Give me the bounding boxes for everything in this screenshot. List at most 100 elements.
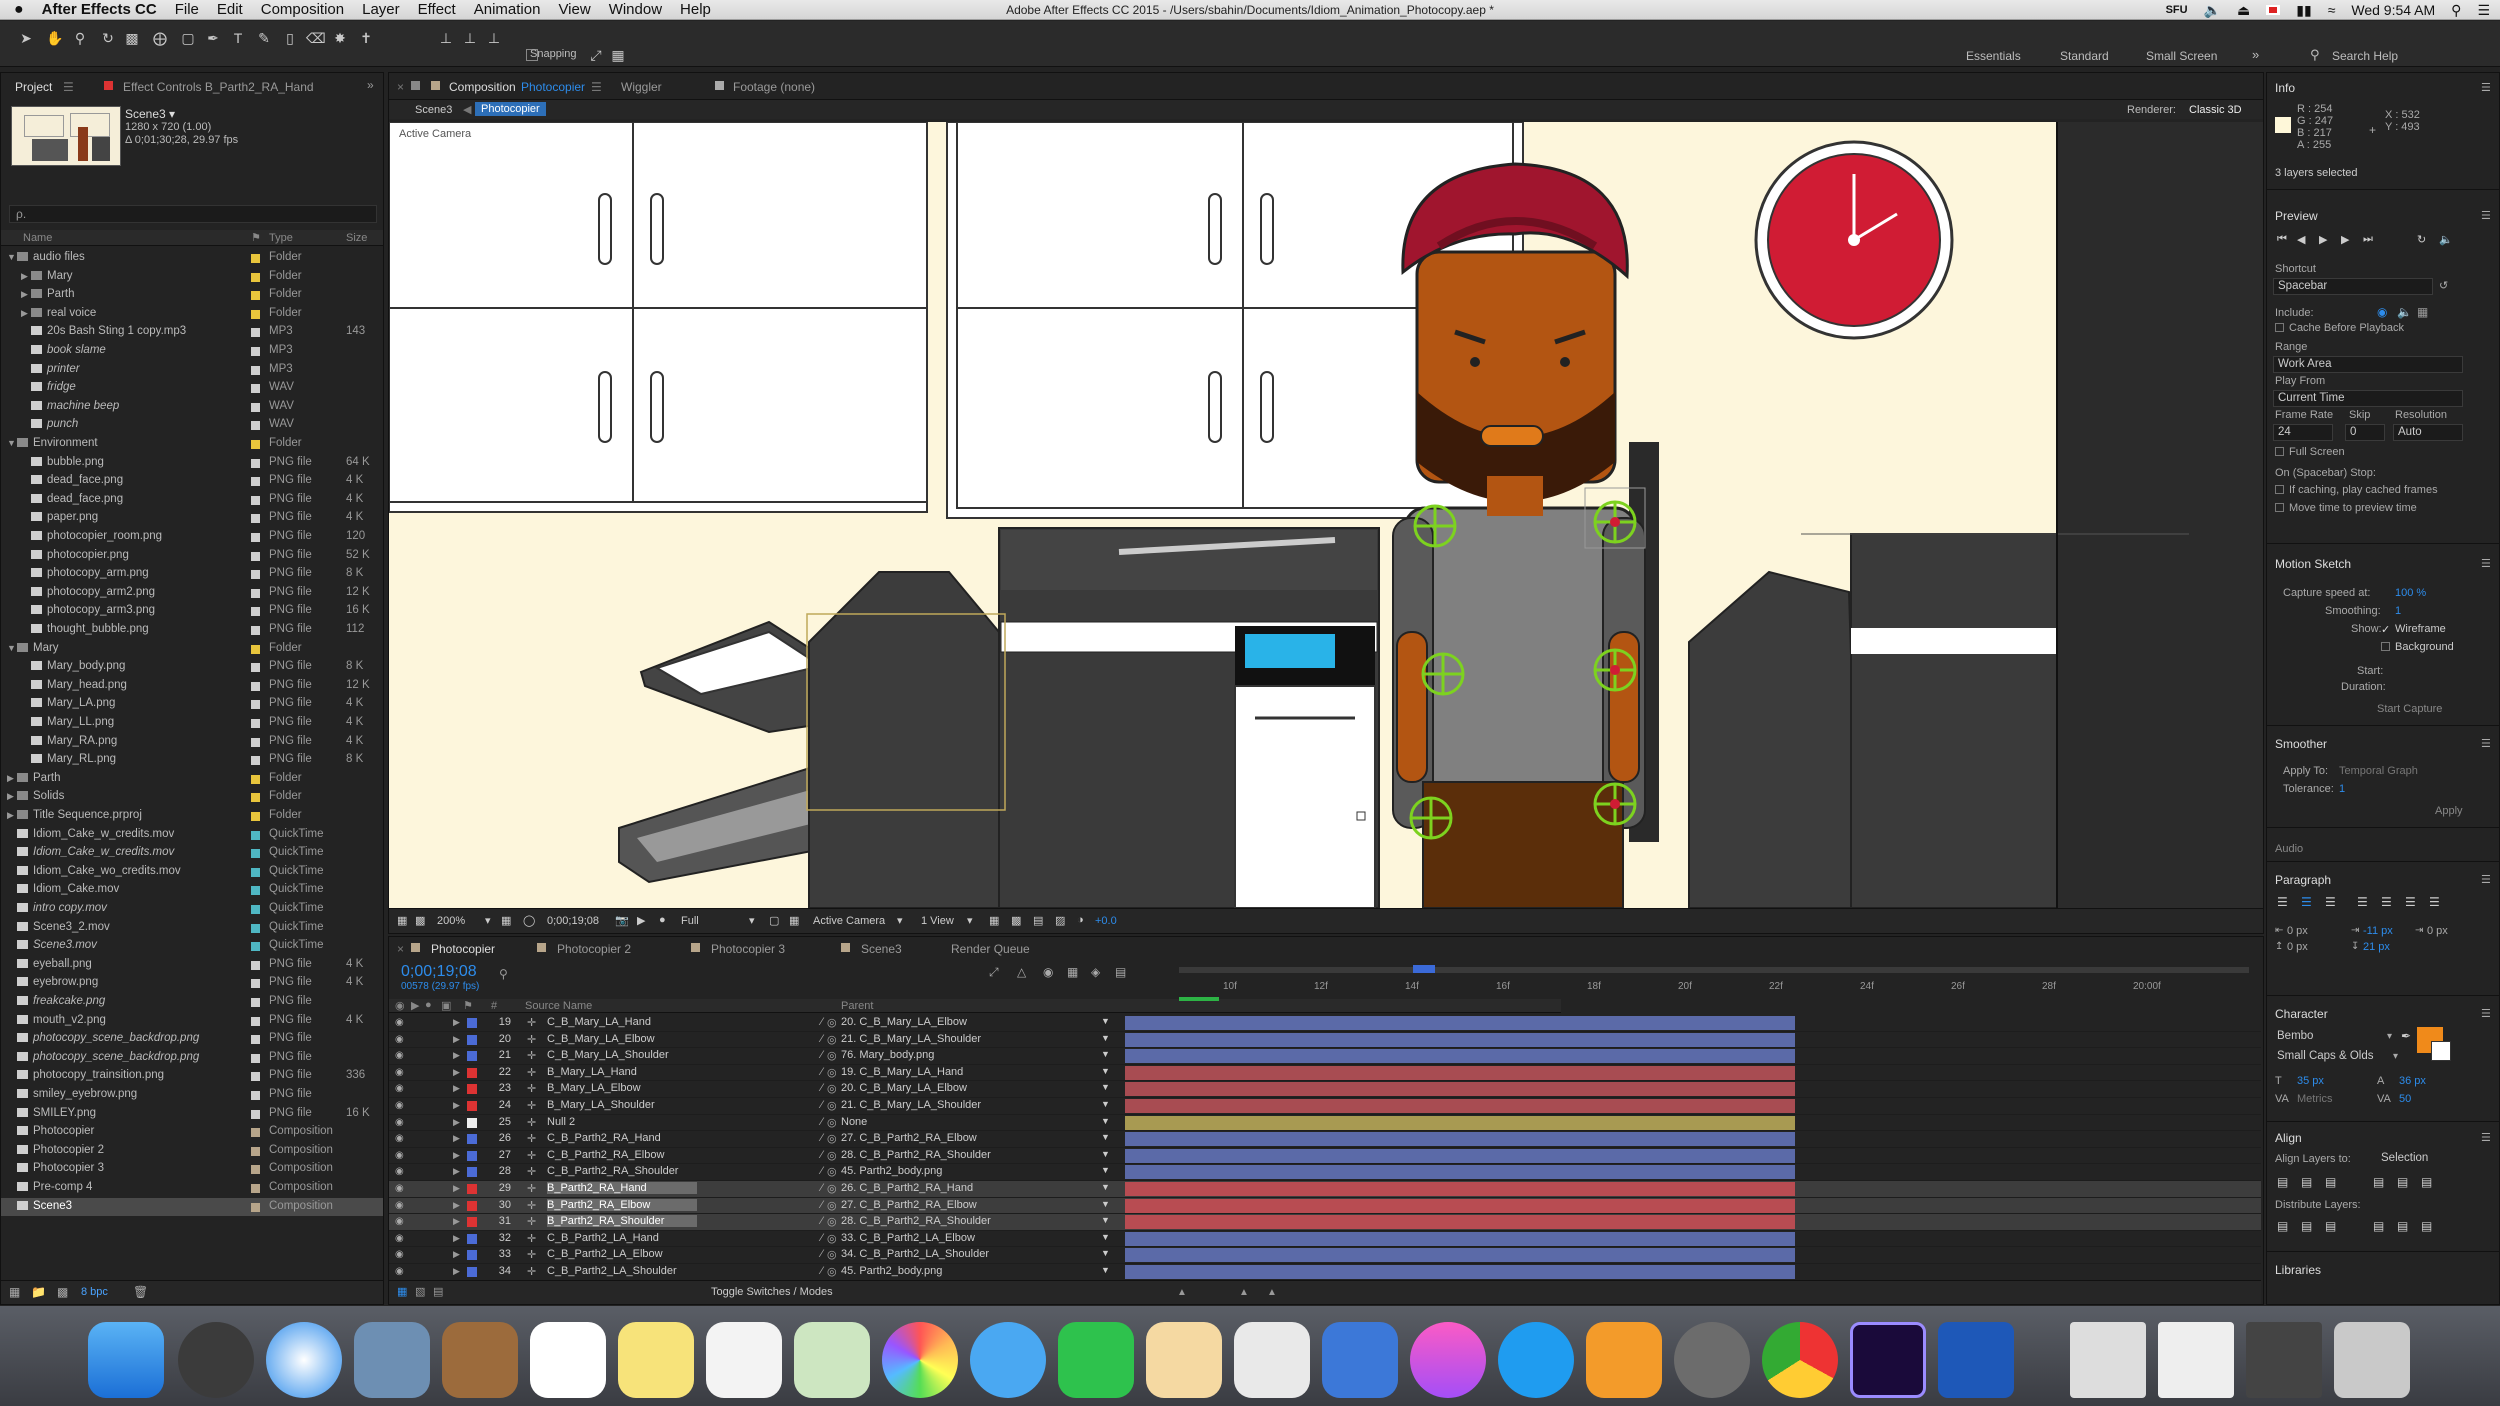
layer-parent-dropdown[interactable]: 27. C_B_Parth2_RA_Elbow: [841, 1199, 977, 1211]
leading-value[interactable]: 36 px: [2399, 1075, 2426, 1087]
project-item[interactable]: 20s Bash Sting 1 copy.mp3 MP3 143: [1, 323, 383, 341]
notification-icon[interactable]: ☰: [2477, 2, 2490, 19]
label-color-swatch[interactable]: [251, 1016, 260, 1026]
cache-checkbox[interactable]: [2275, 323, 2284, 332]
project-tab-menu-icon[interactable]: ☰: [63, 80, 74, 94]
layer-expand-icon[interactable]: ▶: [453, 1216, 460, 1227]
system-preferences-icon[interactable]: [1674, 1322, 1750, 1398]
layer-source-name[interactable]: C_B_Mary_LA_Shoulder: [547, 1049, 807, 1061]
downloads-stack-icon[interactable]: [2158, 1322, 2234, 1398]
smoother-apply-button[interactable]: Apply: [2435, 805, 2463, 817]
layer-source-name[interactable]: C_B_Parth2_RA_Hand: [547, 1132, 807, 1144]
label-color-swatch[interactable]: [251, 477, 260, 487]
paragraph-title[interactable]: Paragraph: [2275, 873, 2331, 887]
parent-pickwhip-icon[interactable]: ◎: [827, 1016, 837, 1029]
include-video-icon[interactable]: ◉: [2377, 305, 2387, 319]
trash-dock-icon[interactable]: [2334, 1322, 2410, 1398]
layer-label-swatch[interactable]: [467, 1184, 477, 1194]
layer-duration-bar[interactable]: [1125, 1065, 1795, 1080]
numbers-icon[interactable]: [1234, 1322, 1310, 1398]
layer-expand-icon[interactable]: ▶: [453, 1083, 460, 1094]
project-item[interactable]: Scene3_2.mov QuickTime: [1, 919, 383, 937]
project-item[interactable]: photocopy_trainsition.png PNG file 336: [1, 1067, 383, 1085]
shy-layers-icon[interactable]: ◉: [1043, 965, 1053, 979]
rectangle-tool-icon[interactable]: ▢: [180, 30, 196, 46]
layer-duration-bar[interactable]: [1125, 1248, 1795, 1263]
volume-icon[interactable]: 🔈: [2204, 2, 2221, 19]
label-color-swatch[interactable]: [251, 254, 260, 263]
col-source-name[interactable]: Source Name: [525, 1000, 592, 1012]
layer-source-name[interactable]: B_Parth2_RA_Shoulder: [547, 1215, 697, 1228]
fast-preview-icon[interactable]: ▦: [989, 914, 999, 927]
layer-duration-bar[interactable]: [1125, 1165, 1795, 1180]
new-comp-icon[interactable]: ▩: [57, 1285, 68, 1299]
label-color-swatch[interactable]: [251, 384, 260, 394]
project-item[interactable]: ▶ Solids Folder: [1, 788, 383, 806]
visibility-eye-icon[interactable]: ◉: [395, 1166, 405, 1177]
layer-source-name[interactable]: C_B_Mary_LA_Elbow: [547, 1033, 807, 1045]
project-search-input[interactable]: ρ.: [9, 205, 377, 223]
project-item[interactable]: paper.png PNG file 4 K: [1, 509, 383, 527]
layer-row[interactable]: ◉ ▶ 22 ✛ B_Mary_LA_Hand ⁄ ◎ 19. C_B_Mary_LA_Han…: [389, 1065, 2261, 1082]
menu-effect[interactable]: Effect: [409, 1, 465, 18]
battery-icon[interactable]: ▮▮: [2296, 2, 2311, 19]
flowchart-icon[interactable]: ▨: [1055, 914, 1065, 927]
project-item[interactable]: photocopy_arm.png PNG file 8 K: [1, 565, 383, 583]
label-color-swatch[interactable]: [251, 886, 260, 896]
label-color-swatch[interactable]: [251, 942, 260, 952]
facetime-icon[interactable]: [1058, 1322, 1134, 1398]
project-item[interactable]: Pre-comp 4 Composition: [1, 1179, 383, 1197]
range-dropdown[interactable]: Work Area: [2273, 356, 2463, 373]
timeline-icon[interactable]: ▤: [1033, 914, 1043, 927]
project-item[interactable]: Mary_LL.png PNG file 4 K: [1, 714, 383, 732]
layer-row[interactable]: ◉ ▶ 34 ✛ C_B_Parth2_LA_Shoulder ⁄ ◎ 45. Parth2_…: [389, 1264, 2261, 1281]
project-item[interactable]: Mary_body.png PNG file 8 K: [1, 658, 383, 676]
align-left-edge-icon[interactable]: ▤: [2277, 1175, 2288, 1189]
messages-icon[interactable]: [970, 1322, 1046, 1398]
motion-sketch-title[interactable]: Motion Sketch: [2275, 557, 2351, 571]
visibility-eye-icon[interactable]: ◉: [395, 1249, 405, 1260]
project-item[interactable]: SMILEY.png PNG file 16 K: [1, 1105, 383, 1123]
work-area-bar[interactable]: [1179, 967, 2249, 973]
layer-row[interactable]: ◉ ▶ 31 ✛ B_Parth2_RA_Shoulder ⁄ ◎ 28. C_B_Parth…: [389, 1214, 2261, 1231]
reset-icon[interactable]: ↺: [2439, 279, 2448, 292]
label-color-swatch[interactable]: [251, 812, 260, 821]
comp-tab-menu-icon[interactable]: ☰: [591, 80, 602, 94]
layer-expand-icon[interactable]: ▶: [453, 1050, 460, 1061]
app-menu[interactable]: After Effects CC: [33, 1, 166, 18]
layer-parent-dropdown[interactable]: 27. C_B_Parth2_RA_Elbow: [841, 1132, 977, 1144]
align-to-dropdown[interactable]: Selection: [2377, 1151, 2477, 1168]
label-color-swatch[interactable]: [251, 402, 260, 412]
layer-switch-icon[interactable]: ⁄: [821, 1016, 823, 1028]
layer-row[interactable]: ◉ ▶ 28 ✛ C_B_Parth2_RA_Shoulder ⁄ ◎ 45. Parth2_…: [389, 1164, 2261, 1181]
label-color-swatch[interactable]: [251, 570, 260, 580]
parent-pickwhip-icon[interactable]: ◎: [827, 1066, 837, 1079]
layer-parent-dropdown[interactable]: 21. C_B_Mary_LA_Shoulder: [841, 1033, 981, 1045]
label-color-swatch[interactable]: [251, 1035, 260, 1045]
puppet-tool-icon[interactable]: ✝: [358, 30, 374, 46]
label-color-swatch[interactable]: [251, 998, 260, 1007]
disclosure-triangle-icon[interactable]: ▼: [7, 438, 17, 448]
project-item[interactable]: Mary_RL.png PNG file 8 K: [1, 751, 383, 769]
timeline-tab-photocopier-3[interactable]: Photocopier 3: [711, 942, 785, 956]
layer-parent-dropdown[interactable]: 34. C_B_Parth2_LA_Shoulder: [841, 1248, 989, 1260]
parent-pickwhip-icon[interactable]: ◎: [827, 1232, 837, 1245]
menu-help[interactable]: Help: [671, 1, 720, 18]
label-color-swatch[interactable]: [251, 830, 260, 840]
safari-icon[interactable]: [266, 1322, 342, 1398]
label-color-swatch[interactable]: [251, 681, 260, 691]
indent-left-value[interactable]: 0 px: [2287, 925, 2308, 937]
breadcrumb-photocopier[interactable]: Photocopier: [475, 102, 546, 116]
label-color-swatch[interactable]: [251, 272, 260, 282]
layer-label-swatch[interactable]: [467, 1134, 477, 1145]
project-item[interactable]: Scene3.mov QuickTime: [1, 937, 383, 955]
timeline-tab-photocopier-2[interactable]: Photocopier 2: [557, 942, 631, 956]
launchpad-icon[interactable]: [178, 1322, 254, 1398]
new-folder-icon[interactable]: 📁: [31, 1285, 46, 1299]
finder-icon[interactable]: [88, 1322, 164, 1398]
project-item[interactable]: photocopier_room.png PNG file 120: [1, 528, 383, 546]
layer-switch-icon[interactable]: ⁄: [821, 1182, 823, 1194]
always-preview-icon[interactable]: ▦: [397, 914, 407, 927]
search-help-input[interactable]: Search Help: [2332, 49, 2398, 63]
motion-sketch-menu-icon[interactable]: ☰: [2481, 557, 2491, 570]
